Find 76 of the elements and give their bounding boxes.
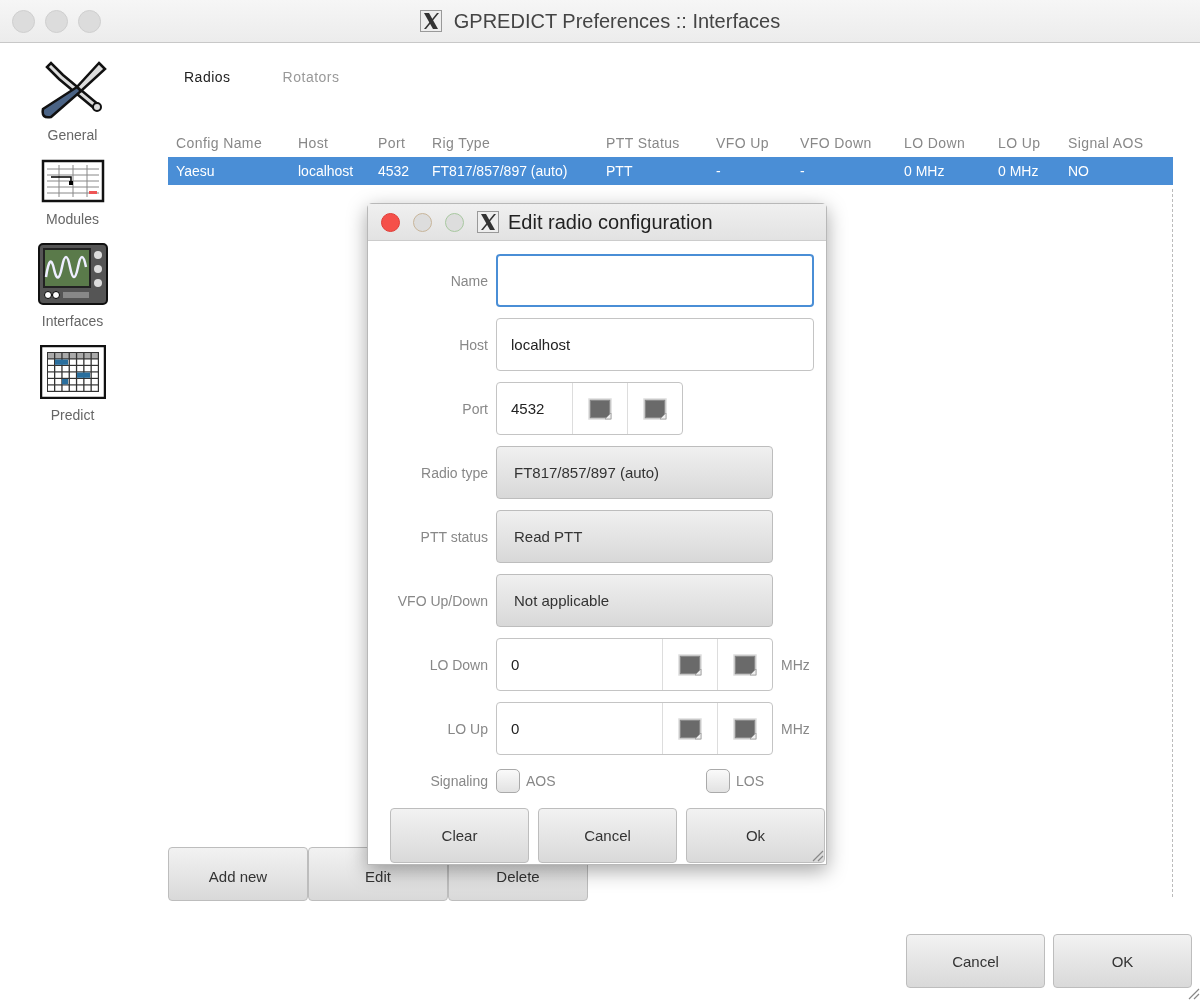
table-cell-text: PTT [605,163,634,179]
dialog-button[interactable]: OK [1053,934,1192,988]
column-header[interactable]: Port [370,135,424,151]
table-cell-text: 0 MHz [903,163,946,179]
column-header[interactable]: Host [290,135,370,151]
column-header[interactable]: Config Name [168,135,290,151]
table-cell-text: localhost [297,163,355,179]
field-label: Name [449,272,488,289]
sidebar-label: General [47,127,98,143]
checkbox-label: AOS [526,773,556,789]
dialog-button[interactable]: Ok [686,808,825,863]
minimize-button[interactable] [45,9,68,33]
sidebar-label: Predict [50,407,95,423]
x-logo-icon [419,10,442,32]
placeholder-image-icon [678,717,702,740]
sidebar-label: Modules [46,211,99,227]
column-header[interactable]: Rig Type [424,135,598,151]
window-title: GPREDICT Preferences :: Interfaces [453,9,781,33]
field-label: Signaling [429,773,488,789]
table-cell-text: - [715,163,722,179]
spin-field[interactable]: 0 [496,702,773,755]
close-button[interactable] [381,212,400,232]
field-label: VFO Up/Down [396,592,488,609]
checkbox-label: LOS [736,773,764,789]
sidebar-item[interactable]: Predict [17,345,128,423]
sidebar-item[interactable]: General [17,59,128,143]
table-cell-text: 0 MHz [997,163,1040,179]
tab[interactable]: Radios [168,65,247,89]
sidebar-item[interactable]: Modules [17,159,128,227]
sidebar-item[interactable]: Interfaces [17,243,128,329]
placeholder-image-icon [678,653,702,676]
spreadsheet-icon [40,159,105,203]
zoom-button[interactable] [445,212,464,232]
field-label: Host [458,336,488,353]
sidebar-label: Interfaces [41,313,104,329]
spin-field[interactable]: 4532 [496,382,683,435]
unit-label: MHz [781,720,810,737]
minimize-button[interactable] [413,212,432,232]
table-cell-text: NO [1067,163,1090,179]
dropdown[interactable]: FT817/857/897 (auto) [496,446,773,499]
spin-field[interactable]: 0 [496,638,773,691]
placeholder-image-icon [588,397,612,420]
table-cell-text: FT817/857/897 (auto) [431,163,569,179]
dialog-button[interactable]: Cancel [906,934,1045,988]
zoom-button[interactable] [78,9,101,33]
column-header[interactable]: PTT Status [598,135,708,151]
column-header[interactable]: Signal AOS [1060,135,1170,151]
field-label: Radio type [420,464,488,481]
checkbox[interactable] [496,769,520,793]
oscilloscope-icon [37,243,108,305]
placeholder-image-icon [733,653,757,676]
dialog-title: Edit radio configuration [508,210,713,234]
field-label: LO Up [446,720,488,737]
column-header[interactable]: VFO Up [708,135,792,151]
table-cell-text: 4532 [377,163,411,179]
dialog-button[interactable]: Cancel [538,808,677,863]
column-header[interactable]: VFO Down [792,135,896,151]
table-cell-text: - [799,163,806,179]
input-field[interactable]: localhost [496,318,814,371]
field-label: PTT status [419,528,488,545]
placeholder-image-icon [643,397,667,420]
placeholder-image-icon [733,717,757,740]
x-logo-icon [477,211,499,233]
field-label: LO Down [428,656,488,673]
unit-label: MHz [781,656,810,673]
calendar-icon [39,345,106,399]
field-label: Port [461,400,488,417]
dropdown[interactable]: Read PTT [496,510,773,563]
dropdown[interactable]: Not applicable [496,574,773,627]
dialog-button[interactable]: Clear [390,808,529,863]
checkbox[interactable] [706,769,730,793]
input-field[interactable] [496,254,814,307]
column-header[interactable]: LO Up [990,135,1060,151]
list-button[interactable]: Add new [168,847,308,901]
table-cell-text: Yaesu [175,163,216,179]
column-header[interactable]: LO Down [896,135,990,151]
